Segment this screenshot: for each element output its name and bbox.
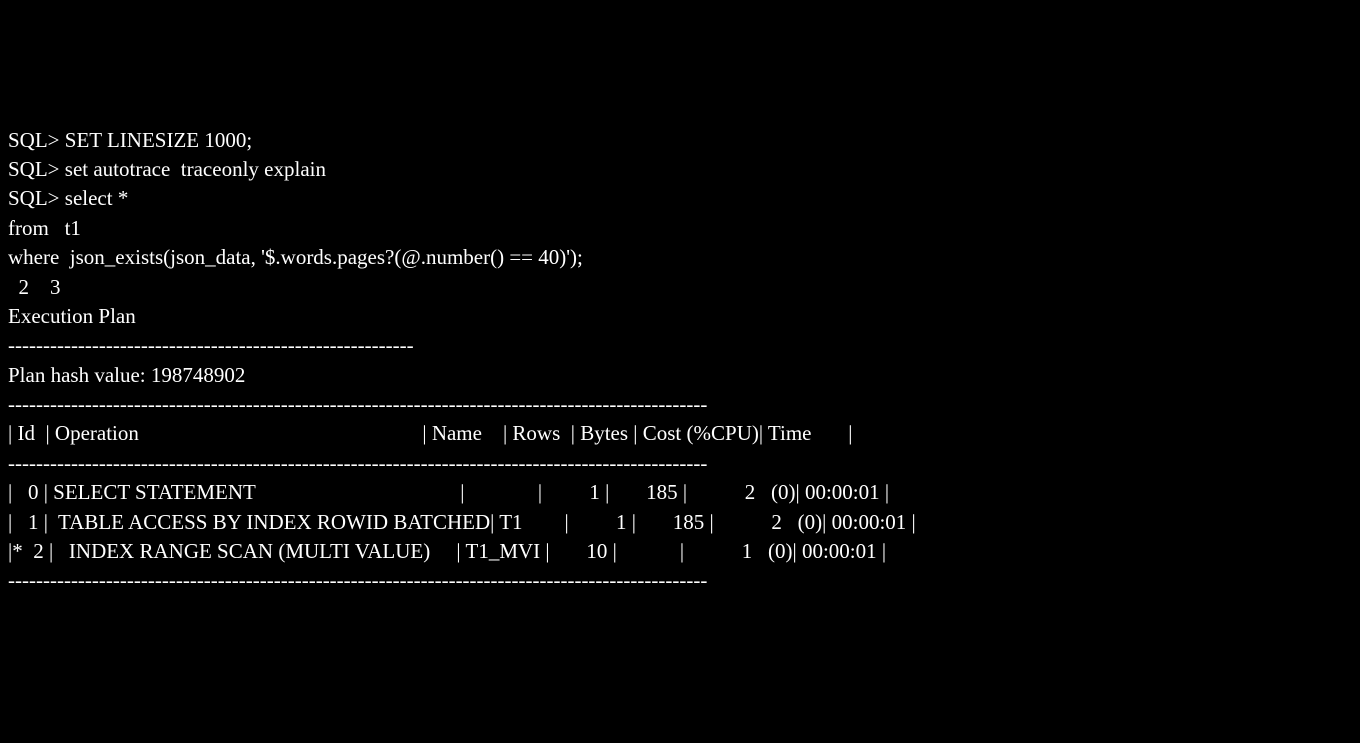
table-row: | 0 | SELECT STATEMENT | | 1 | 185 | 2 (…: [8, 478, 1352, 507]
table-row: | 1 | TABLE ACCESS BY INDEX ROWID BATCHE…: [8, 508, 1352, 537]
sql-continuation-line: 2 3: [8, 273, 1352, 302]
execution-plan-header: Execution Plan: [8, 302, 1352, 331]
sql-prompt-line: SQL> select *: [8, 184, 1352, 213]
table-header-line: | Id | Operation | Name | Rows | Bytes |…: [8, 419, 1352, 448]
divider-line: ----------------------------------------…: [8, 331, 1352, 360]
table-border-line: ----------------------------------------…: [8, 390, 1352, 419]
sql-prompt-line: SQL> set autotrace traceonly explain: [8, 155, 1352, 184]
table-border-line: ----------------------------------------…: [8, 566, 1352, 595]
terminal-output: SQL> SET LINESIZE 1000;SQL> set autotrac…: [8, 126, 1352, 596]
sql-prompt-line: SQL> SET LINESIZE 1000;: [8, 126, 1352, 155]
sql-query-line: from t1: [8, 214, 1352, 243]
table-border-line: ----------------------------------------…: [8, 449, 1352, 478]
sql-query-line: where json_exists(json_data, '$.words.pa…: [8, 243, 1352, 272]
table-row: |* 2 | INDEX RANGE SCAN (MULTI VALUE) | …: [8, 537, 1352, 566]
plan-hash-value: Plan hash value: 198748902: [8, 361, 1352, 390]
